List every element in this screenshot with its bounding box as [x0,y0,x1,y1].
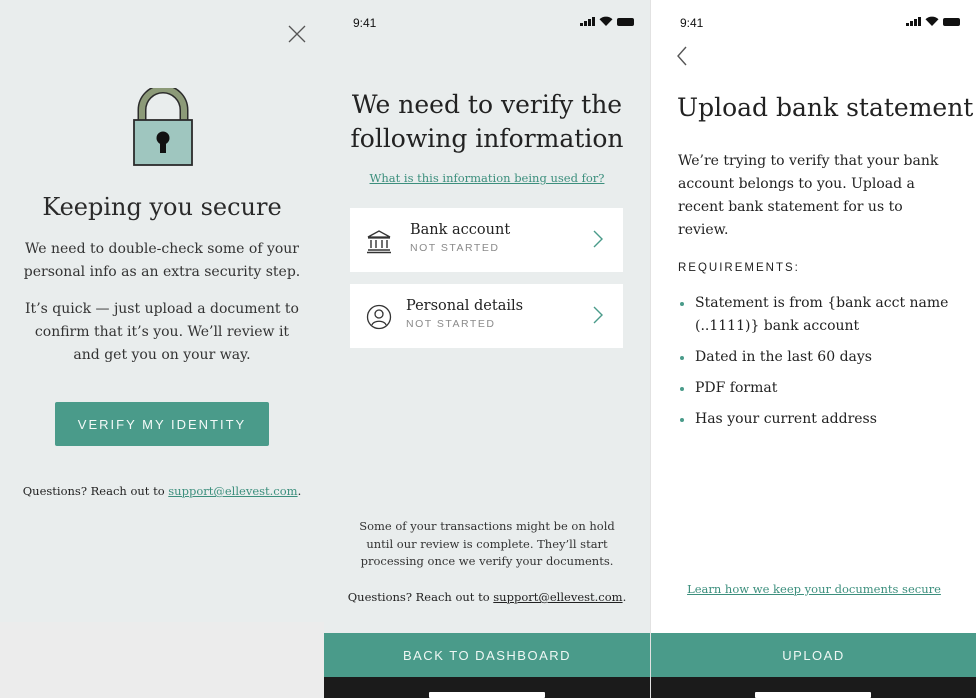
explanation-text: It’s quick — just upload a document to c… [25,301,299,363]
support-email-link[interactable]: support@ellevest.com [168,484,297,498]
home-indicator[interactable] [429,692,545,698]
requirement-text: PDF format [695,380,778,396]
screen-keeping-secure: Keeping you secure We need to double-che… [0,0,324,622]
list-item: Dated in the last 60 days [678,346,958,369]
questions-prefix: Questions? Reach out to [22,484,169,498]
signal-icon [580,16,595,26]
bullet [680,387,684,391]
person-icon [366,304,392,330]
lock-icon [133,88,193,166]
wifi-icon [925,16,939,26]
chevron-right-icon [593,230,603,248]
status-bar: 9:41 [680,14,960,32]
questions-suffix: . [622,590,627,604]
questions-suffix: . [297,484,302,498]
item-label: Personal details [406,298,524,314]
bank-icon [367,230,391,254]
upload-button[interactable]: UPLOAD [651,633,976,677]
item-label: Bank account [410,222,511,238]
status-bar: 9:41 [353,14,634,32]
chevron-right-icon [593,306,603,324]
support-email-link[interactable]: support@ellevest.com [493,590,622,604]
questions-prefix: Questions? Reach out to [347,590,494,604]
home-indicator[interactable] [755,692,871,698]
requirements-heading: REQUIREMENTS: [678,262,800,274]
intro-text: We need to double-check some of your per… [23,241,301,280]
item-status: NOT STARTED [406,318,496,330]
questions-text: Questions? Reach out to support@ellevest… [0,484,324,498]
list-item: Has your current address [678,408,958,431]
bullet [680,302,684,306]
info-usage-link[interactable]: What is this information being used for? [324,171,650,185]
bank-account-item[interactable]: Bank account NOT STARTED [350,208,623,272]
upload-description: We’re trying to verify that your bank ac… [678,153,939,238]
bullet [680,356,684,360]
item-status: NOT STARTED [410,242,500,254]
page-title: Keeping you secure [42,193,282,221]
documents-security-link[interactable]: Learn how we keep your documents secure [651,582,976,596]
screen-verify-information: 9:41 We need to verify the following inf… [324,0,650,698]
battery-icon [943,18,960,26]
list-item: PDF format [678,377,958,400]
page-title: We need to verify the following informat… [350,90,624,153]
requirements-list: Statement is from {bank acct name (..111… [678,292,958,439]
back-to-dashboard-button[interactable]: BACK TO DASHBOARD [324,633,650,677]
requirement-text: Has your current address [695,411,877,427]
signal-icon [906,16,921,26]
questions-text: Questions? Reach out to support@ellevest… [324,590,650,604]
requirement-text: Statement is from {bank acct name (..111… [695,295,949,334]
personal-details-item[interactable]: Personal details NOT STARTED [350,284,623,348]
wifi-icon [599,16,613,26]
close-icon[interactable] [287,24,307,44]
hold-notice: Some of your transactions might be on ho… [359,519,615,568]
status-time: 9:41 [353,16,377,30]
battery-icon [617,18,634,26]
chevron-left-icon[interactable] [676,46,688,66]
requirement-text: Dated in the last 60 days [695,349,872,365]
verify-identity-button[interactable]: VERIFY MY IDENTITY [55,402,269,446]
bullet [680,418,684,422]
status-time: 9:41 [680,16,704,30]
list-item: Statement is from {bank acct name (..111… [678,292,958,338]
page-title: Upload bank statement [677,93,974,122]
screen-upload-bank-statement: 9:41 Upload bank statement We’re trying … [650,0,976,698]
